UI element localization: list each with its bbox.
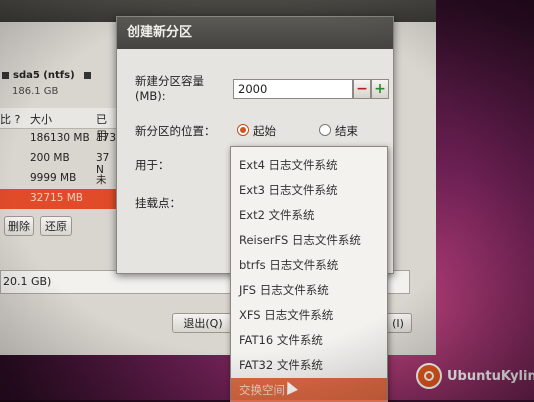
size-unit-label: (MB): xyxy=(135,89,166,103)
row-used: 173 xyxy=(96,132,117,144)
mount-point-label: 挂载点： xyxy=(135,196,181,210)
quit-button[interactable]: 退出(Q) xyxy=(172,313,234,333)
partition-summary: sda5 (ntfs) 186.1 GB xyxy=(0,68,120,102)
location-start-radio[interactable] xyxy=(237,124,249,136)
revert-button[interactable]: 还原 xyxy=(40,216,72,236)
filesystem-option[interactable]: Ext3 日志文件系统 xyxy=(231,178,387,203)
col-header-mount: 比 ? xyxy=(0,113,21,126)
install-now-button[interactable]: (I) xyxy=(384,313,412,333)
partition-size: 186.1 GB xyxy=(12,86,59,97)
partition-legend: sda5 (ntfs) xyxy=(0,70,75,81)
increase-size-button[interactable]: + xyxy=(371,79,389,99)
decrease-size-button[interactable]: − xyxy=(353,79,371,99)
device-combo-value: 20.1 GB) xyxy=(3,275,52,288)
table-row[interactable]: 9999 MB 未知 xyxy=(0,169,116,201)
dialog-title: 创建新分区 xyxy=(117,17,393,49)
filesystem-option[interactable]: Ext2 文件系统 xyxy=(231,203,387,228)
partition-table-header: 比 ? 大小 已用 xyxy=(0,108,116,142)
location-end-label: 结束 xyxy=(335,124,358,138)
logo-text: UbuntuKylin xyxy=(447,368,534,384)
filesystem-option[interactable]: FAT16 文件系统 xyxy=(231,328,387,353)
filesystem-option[interactable]: XFS 日志文件系统 xyxy=(231,303,387,328)
partition-name: sda5 (ntfs) xyxy=(13,70,75,81)
location-start-label: 起始 xyxy=(253,124,276,138)
filesystem-option[interactable]: Ext4 日志文件系统 xyxy=(231,153,387,178)
use-as-label: 用于： xyxy=(135,158,170,172)
partition-color-swatch xyxy=(2,71,9,79)
next-partition-swatch xyxy=(82,70,95,81)
delete-button[interactable]: 删除 xyxy=(4,216,34,236)
size-label: 新建分区容量 xyxy=(135,74,204,88)
location-label: 新分区的位置： xyxy=(135,124,216,138)
table-row-selected[interactable]: 32715 MB xyxy=(0,189,116,209)
row-size: 200 MB xyxy=(30,152,70,164)
table-row[interactable]: 186130 MB 173 xyxy=(0,129,116,149)
location-end-radio[interactable] xyxy=(319,124,331,136)
ubuntukylin-logo-icon xyxy=(416,363,442,389)
filesystem-option[interactable]: FAT32 文件系统 xyxy=(231,353,387,378)
next-partition-color-swatch xyxy=(84,71,91,79)
partition-size-input[interactable]: 2000 xyxy=(233,79,353,99)
row-size: 186130 MB xyxy=(30,132,90,144)
filesystem-option-highlighted[interactable]: 交换空间 xyxy=(231,378,387,401)
filesystem-option[interactable]: JFS 日志文件系统 xyxy=(231,278,387,303)
row-size: 9999 MB xyxy=(30,172,77,184)
table-row[interactable]: 200 MB 37 N xyxy=(0,149,116,176)
col-header-size: 大小 xyxy=(30,113,52,126)
filesystem-dropdown-list[interactable]: Ext4 日志文件系统 Ext3 日志文件系统 Ext2 文件系统 Reiser… xyxy=(230,146,388,402)
row-size: 32715 MB xyxy=(30,192,84,204)
filesystem-option[interactable]: ReiserFS 日志文件系统 xyxy=(231,228,387,253)
ubuntukylin-logo: UbuntuKylin xyxy=(416,362,534,390)
filesystem-option[interactable]: btrfs 日志文件系统 xyxy=(231,253,387,278)
